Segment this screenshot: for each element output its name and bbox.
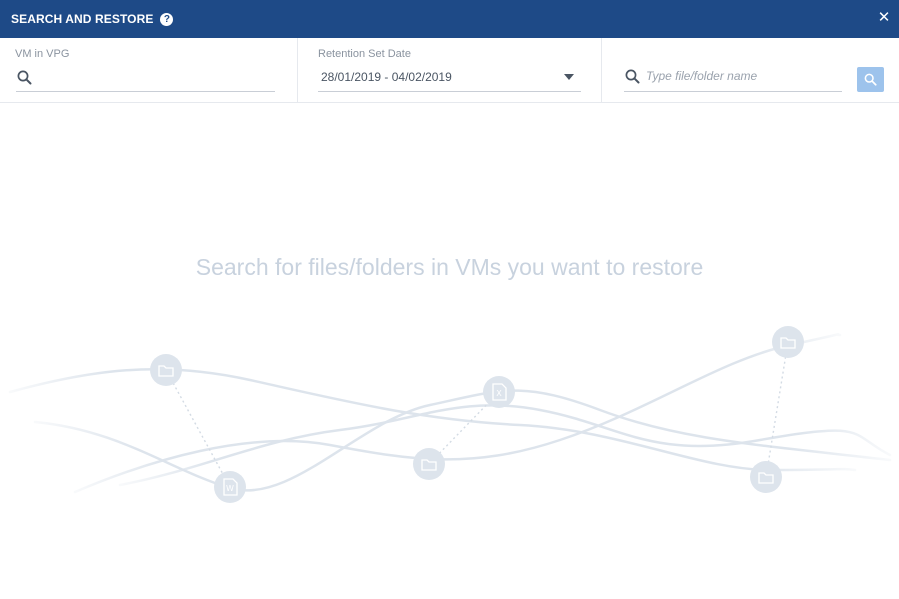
- file-field-underline: [624, 91, 842, 92]
- dialog-header: SEARCH AND RESTORE ? ✕: [0, 0, 899, 38]
- vm-search-icon: [17, 70, 32, 85]
- folder-icon: [150, 354, 182, 386]
- excel-file-icon: X: [483, 376, 515, 408]
- vm-field-underline: [16, 91, 275, 92]
- search-button[interactable]: [857, 67, 884, 92]
- column-divider: [601, 38, 602, 102]
- folder-icon: [413, 448, 445, 480]
- empty-state-illustration: W X: [8, 326, 892, 503]
- date-field-underline: [318, 91, 581, 92]
- vm-search-input[interactable]: [38, 66, 272, 86]
- svg-text:X: X: [496, 389, 502, 398]
- folder-icon: [750, 461, 782, 493]
- empty-state-message: Search for files/folders in VMs you want…: [195, 254, 704, 280]
- connector-lines: [165, 341, 789, 488]
- file-folder-search-input[interactable]: [646, 66, 838, 86]
- svg-text:W: W: [226, 484, 234, 493]
- filter-bar: VM in VPG Retention Set Date 28/01/2019 …: [0, 38, 899, 103]
- dialog-title: SEARCH AND RESTORE: [11, 12, 154, 26]
- retention-date-select[interactable]: 28/01/2019 - 04/02/2019: [321, 70, 452, 84]
- search-button-icon: [864, 73, 877, 86]
- date-field-label: Retention Set Date: [318, 48, 411, 60]
- search-and-restore-dialog: SEARCH AND RESTORE ? ✕ VM in VPG Retenti…: [0, 0, 899, 599]
- dropdown-caret-icon[interactable]: [564, 74, 574, 80]
- vm-field-label: VM in VPG: [15, 48, 70, 60]
- close-icon[interactable]: ✕: [877, 10, 891, 26]
- file-search-icon: [625, 69, 640, 84]
- help-icon[interactable]: ?: [160, 12, 174, 26]
- column-divider: [297, 38, 298, 102]
- folder-icon: [772, 326, 804, 358]
- word-file-icon: W: [214, 471, 246, 503]
